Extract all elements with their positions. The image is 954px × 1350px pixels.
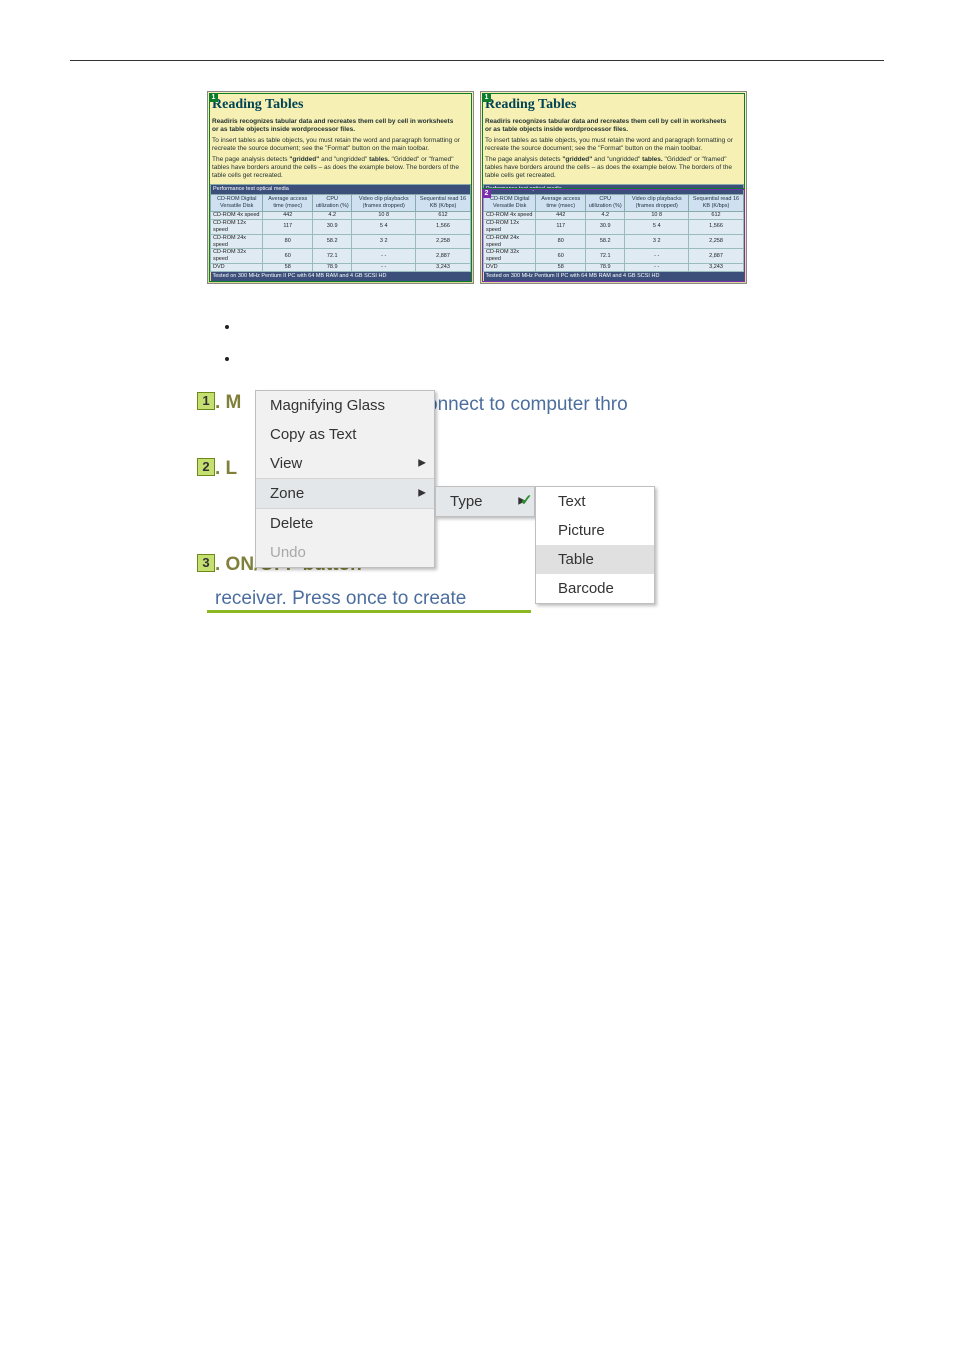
green-underline [207,610,531,613]
menu-item-delete[interactable]: Delete [256,508,434,538]
zone-outline: 1 [209,93,472,282]
check-icon: ✓ [520,491,533,509]
type-item-table[interactable]: Table [536,545,654,574]
legend-item [240,319,884,323]
zone-number: 1 [209,93,218,102]
type-item-picture[interactable]: Picture [536,516,654,545]
menu-item-magnifying-glass[interactable]: Magnifying Glass [256,391,434,420]
menu-item-undo: Undo [256,538,434,567]
list-marker-2: 2 [197,458,215,476]
context-menu-screenshot: 1 . M onnect to computer thro 2 . L 3 . … [197,390,757,640]
reading-tables-figure: 1 Reading Tables Readiris recognizes tab… [207,91,747,284]
reading-tables-panel-right: 1 2 Reading Tables Readiris recognizes t… [480,91,747,284]
context-menu: Magnifying Glass Copy as Text View▶ Zone… [255,390,435,568]
bg-text-l: . L [215,458,237,480]
list-marker-3: 3 [197,554,215,572]
figure-legend [220,319,884,355]
zone-outline-table: 2 [482,189,745,282]
reading-tables-panel-left: 1 Reading Tables Readiris recognizes tab… [207,91,474,284]
menu-item-zone[interactable]: Zone▶ [256,478,434,508]
zone-number: 2 [482,189,491,198]
list-marker-1: 1 [197,392,215,410]
bg-text-receiver: receiver. Press once to create [215,588,466,610]
zone-number: 1 [482,93,491,102]
type-item-barcode[interactable]: Barcode [536,574,654,603]
legend-item [240,351,884,355]
chevron-right-icon: ▶ [418,488,426,499]
type-submenu: ✓ Text Picture Table Barcode [535,486,655,604]
menu-item-copy-as-text[interactable]: Copy as Text [256,420,434,449]
bg-text-connect: onnect to computer thro [427,394,628,416]
zone-outline-text: 1 [482,93,745,189]
menu-item-view[interactable]: View▶ [256,449,434,478]
chevron-right-icon: ▶ [418,458,426,469]
type-item-text[interactable]: ✓ Text [536,487,654,516]
top-rule [70,60,884,61]
bg-text-m: . M [215,392,241,414]
